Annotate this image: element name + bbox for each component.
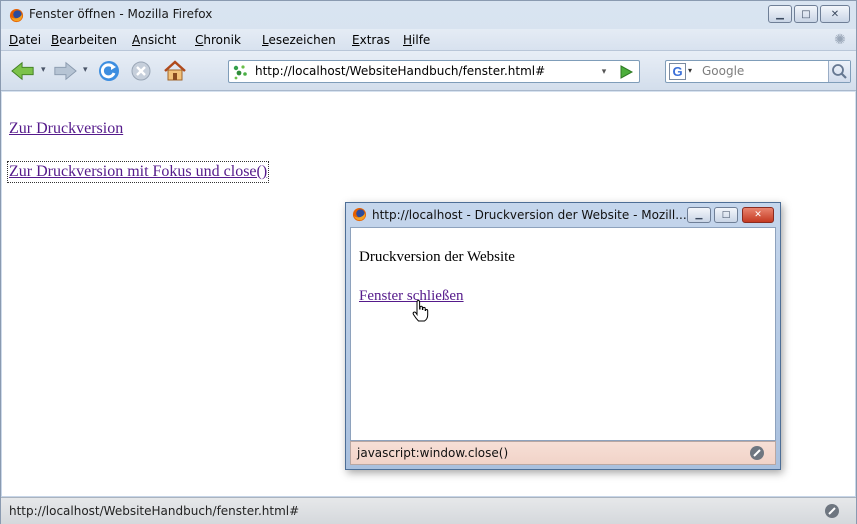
popup-minimize-button[interactable]: ▁	[687, 207, 711, 223]
popup-title: http://localhost - Druckversion der Webs…	[372, 208, 687, 222]
popup-window: http://localhost - Druckversion der Webs…	[345, 202, 781, 470]
link-druckversion-fokus-close[interactable]: Zur Druckversion mit Fokus und close()	[6, 161, 270, 183]
forward-dropdown-icon[interactable]: ▾	[83, 65, 88, 75]
page-favicon-icon	[233, 65, 247, 80]
security-status-icon[interactable]	[749, 445, 765, 461]
go-icon[interactable]	[617, 63, 635, 81]
status-bar: http://localhost/WebsiteHandbuch/fenster…	[1, 497, 856, 524]
link-zur-druckversion[interactable]: Zur Druckversion	[9, 120, 123, 138]
google-engine-icon[interactable]: G	[669, 63, 686, 80]
reload-icon[interactable]	[97, 59, 121, 83]
menu-hilfe[interactable]: Hilfe	[403, 33, 430, 47]
popup-heading: Druckversion der Website	[359, 249, 515, 265]
url-input[interactable]: http://localhost/WebsiteHandbuch/fenster…	[255, 64, 545, 78]
popup-titlebar: http://localhost - Druckversion der Webs…	[346, 203, 780, 227]
menu-ansicht[interactable]: Ansicht	[132, 33, 176, 47]
maximize-button[interactable]: □	[794, 5, 818, 23]
back-dropdown-icon[interactable]: ▾	[41, 65, 46, 75]
search-button[interactable]	[828, 61, 850, 82]
popup-maximize-button[interactable]: □	[714, 207, 738, 223]
popup-status-bar: javascript:window.close()	[350, 441, 776, 465]
firefox-icon	[9, 8, 24, 23]
menu-bar: Datei Bearbeiten Ansicht Chronik Lesezei…	[1, 29, 856, 51]
search-engine-dropdown-icon[interactable]: ▾	[688, 66, 692, 75]
search-input[interactable]: Google	[702, 64, 744, 78]
popup-status-text: javascript:window.close()	[357, 446, 509, 460]
firefox-icon	[352, 207, 367, 222]
security-status-icon[interactable]	[824, 503, 840, 519]
window-title: Fenster öffnen - Mozilla Firefox	[29, 7, 213, 21]
menu-bearbeiten[interactable]: Bearbeiten	[51, 33, 117, 47]
back-icon[interactable]	[11, 59, 35, 83]
navigation-toolbar: ▾ ▾ http://localhost/WebsiteHandbuch/fen…	[1, 51, 856, 91]
search-bar[interactable]: G ▾ Google	[665, 60, 851, 83]
menu-extras[interactable]: Extras	[352, 33, 390, 47]
url-bar[interactable]: http://localhost/WebsiteHandbuch/fenster…	[228, 60, 640, 83]
menu-chronik[interactable]: Chronik	[195, 33, 241, 47]
status-text: http://localhost/WebsiteHandbuch/fenster…	[9, 504, 300, 518]
popup-close-button[interactable]: ✕	[742, 207, 774, 223]
stop-icon[interactable]	[129, 59, 153, 83]
close-button[interactable]: ✕	[820, 5, 850, 23]
popup-page-content: Druckversion der Website Fenster schließ…	[350, 227, 776, 441]
minimize-button[interactable]: ▁	[768, 5, 792, 23]
home-icon[interactable]	[163, 59, 187, 83]
throbber-icon: ✺	[834, 32, 846, 48]
magnifier-icon	[832, 64, 847, 79]
hand-cursor-icon	[412, 300, 429, 322]
menu-lesezeichen[interactable]: Lesezeichen	[262, 33, 336, 47]
main-titlebar: Fenster öffnen - Mozilla Firefox ▁ □ ✕	[1, 1, 856, 29]
url-dropdown-icon[interactable]: ▾	[596, 61, 612, 82]
menu-datei[interactable]: Datei	[9, 33, 41, 47]
forward-icon[interactable]	[53, 59, 77, 83]
